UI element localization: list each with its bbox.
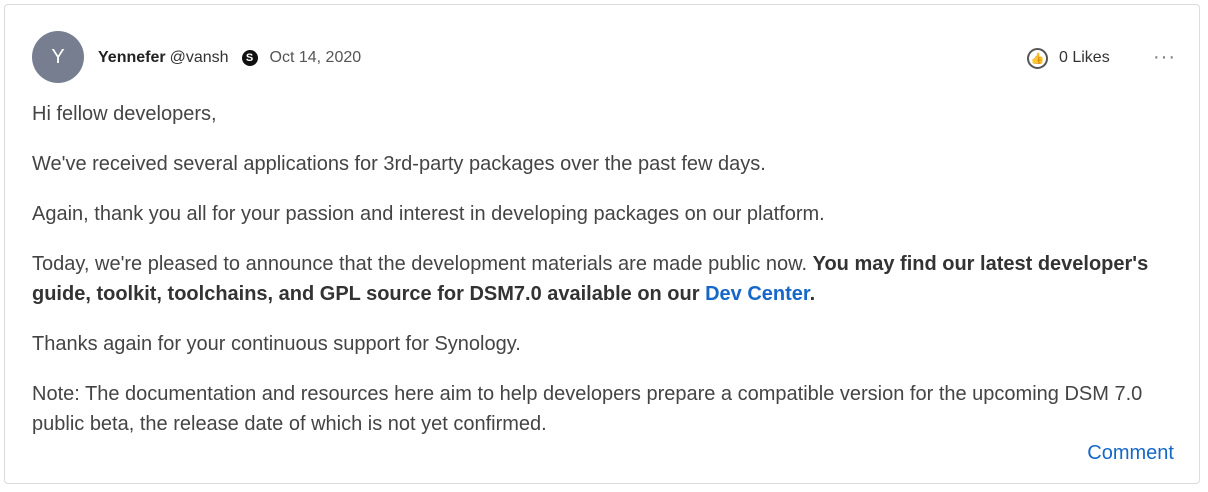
paragraph-note: Note: The documentation and resources he… <box>32 383 1143 435</box>
user-badge-icon: S <box>241 50 258 66</box>
paragraph-thanks-passion: Again, thank you all for your passion an… <box>32 203 825 225</box>
author-name[interactable]: Yennefer <box>98 49 166 67</box>
post-body: Hi fellow developers, We've received sev… <box>32 99 1182 459</box>
paragraph-announcement: Today, we're pleased to announce that th… <box>32 249 1182 309</box>
paragraph-support: Thanks again for your continuous support… <box>32 333 521 355</box>
paragraph-applications: We've received several applications for … <box>32 153 766 175</box>
post-card: Y Yennefer @vansh S Oct 14, 2020 👍 0 Lik… <box>4 4 1200 484</box>
more-horizontal-icon: ··· <box>1153 46 1176 68</box>
post-date: Oct 14, 2020 <box>269 49 362 66</box>
avatar[interactable]: Y <box>32 31 84 83</box>
thumbs-up-icon: 👍 <box>1027 47 1048 69</box>
dev-center-link[interactable]: Dev Center <box>705 283 810 305</box>
author-handle[interactable]: @vansh <box>170 49 229 67</box>
like-button[interactable]: 👍 0 Likes <box>1027 46 1110 70</box>
comment-button[interactable]: Comment <box>1087 442 1174 465</box>
paragraph-greeting: Hi fellow developers, <box>32 103 217 125</box>
announcement-intro: Today, we're pleased to announce that th… <box>32 253 813 275</box>
badge-letter: S <box>245 52 254 64</box>
announcement-end: . <box>809 283 816 305</box>
likes-count: 0 Likes <box>1059 49 1110 66</box>
more-options-button[interactable]: ··· <box>1153 47 1177 67</box>
avatar-initial: Y <box>51 45 65 68</box>
post-meta: Yennefer @vansh S Oct 14, 2020 <box>98 46 361 70</box>
